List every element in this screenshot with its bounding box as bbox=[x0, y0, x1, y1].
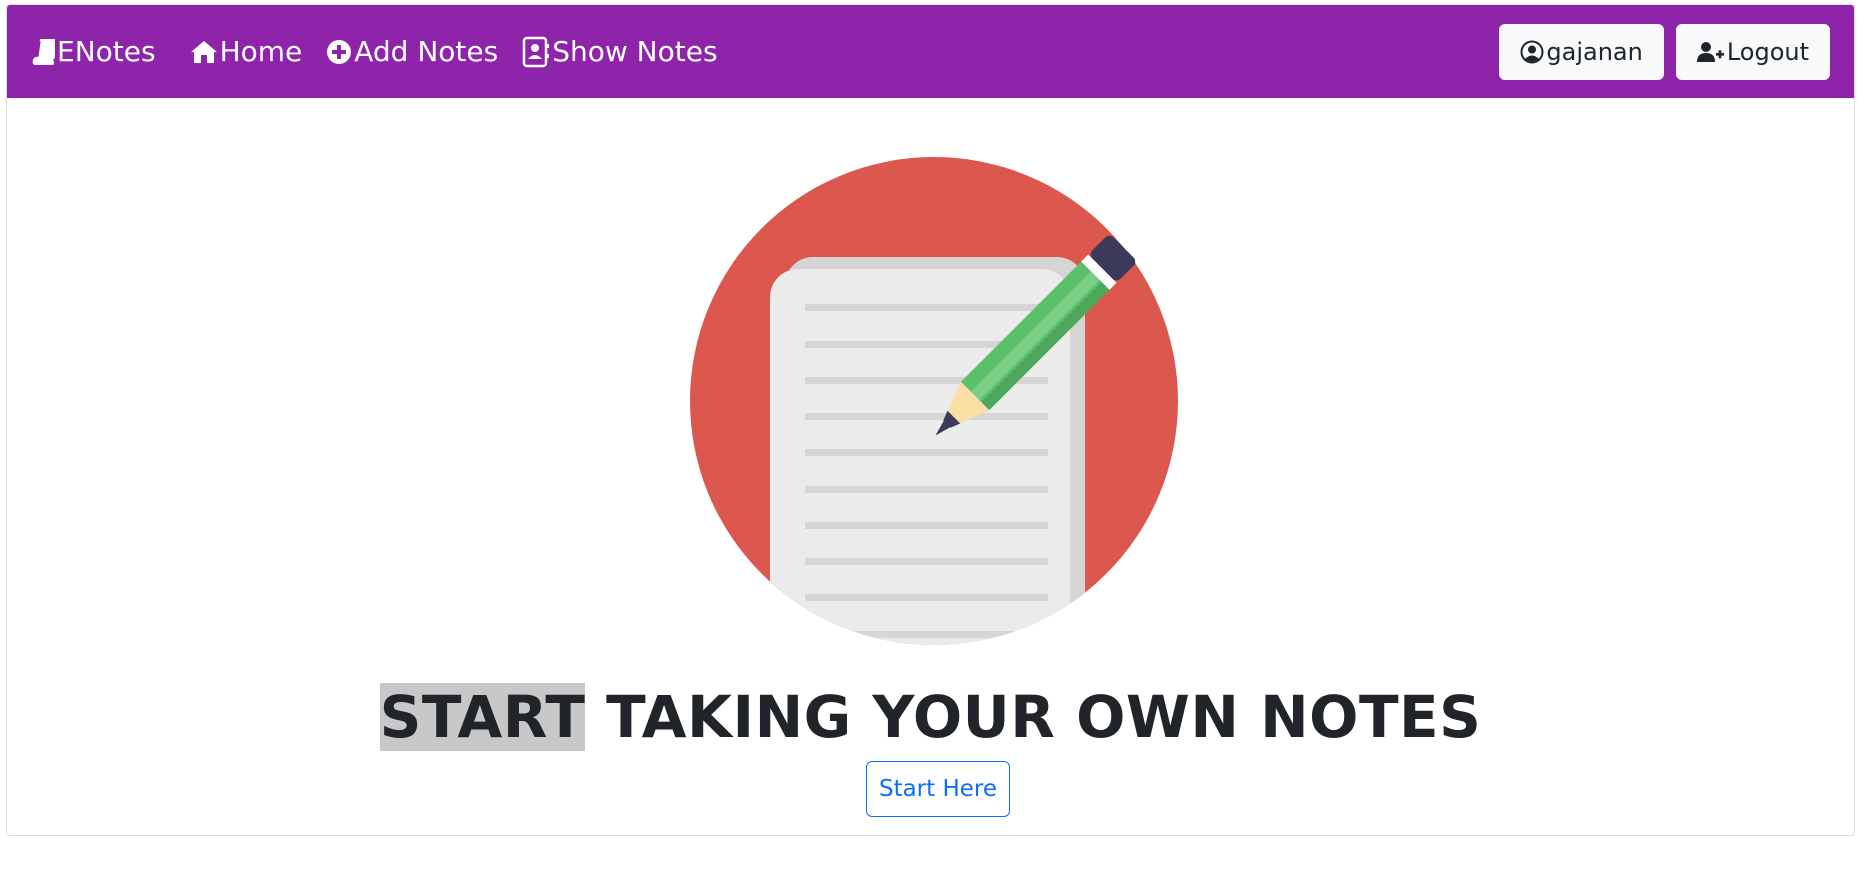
home-icon bbox=[190, 40, 220, 64]
notepad-pencil-illustration bbox=[690, 157, 1178, 645]
brand-label: ENotes bbox=[57, 35, 156, 68]
headline-rest: TAKING YOUR OWN NOTES bbox=[585, 683, 1482, 751]
navbar: ENotes Home Add Notes Show Notes gajanan… bbox=[7, 5, 1854, 98]
brand-link[interactable]: ENotes bbox=[31, 35, 156, 68]
nav-link-show-notes[interactable]: Show Notes bbox=[522, 35, 718, 68]
nav-link-add-notes[interactable]: Add Notes bbox=[326, 35, 498, 68]
nav-link-show-notes-label: Show Notes bbox=[552, 35, 718, 68]
nav-link-home-label: Home bbox=[219, 35, 303, 68]
nav-right-group: gajanan Logout bbox=[1499, 23, 1830, 80]
plus-circle-icon bbox=[326, 39, 354, 65]
nav-link-add-notes-label: Add Notes bbox=[354, 35, 499, 68]
user-plus-icon bbox=[1696, 41, 1727, 63]
address-book-icon bbox=[522, 36, 552, 68]
user-button[interactable]: gajanan bbox=[1499, 23, 1664, 80]
app-viewport: ENotes Home Add Notes Show Notes gajanan… bbox=[0, 0, 1875, 876]
nav-link-home[interactable]: Home bbox=[190, 35, 303, 68]
book-icon bbox=[31, 38, 57, 65]
logout-button[interactable]: Logout bbox=[1675, 23, 1830, 80]
user-button-label: gajanan bbox=[1546, 37, 1643, 66]
headline-highlighted-word: START bbox=[379, 683, 586, 751]
logout-button-label: Logout bbox=[1726, 37, 1809, 66]
start-here-button[interactable]: Start Here bbox=[866, 761, 1010, 817]
page-frame: ENotes Home Add Notes Show Notes gajanan… bbox=[6, 4, 1855, 836]
hero-headline: START TAKING YOUR OWN NOTES bbox=[7, 677, 1854, 757]
user-circle-icon bbox=[1520, 40, 1546, 64]
